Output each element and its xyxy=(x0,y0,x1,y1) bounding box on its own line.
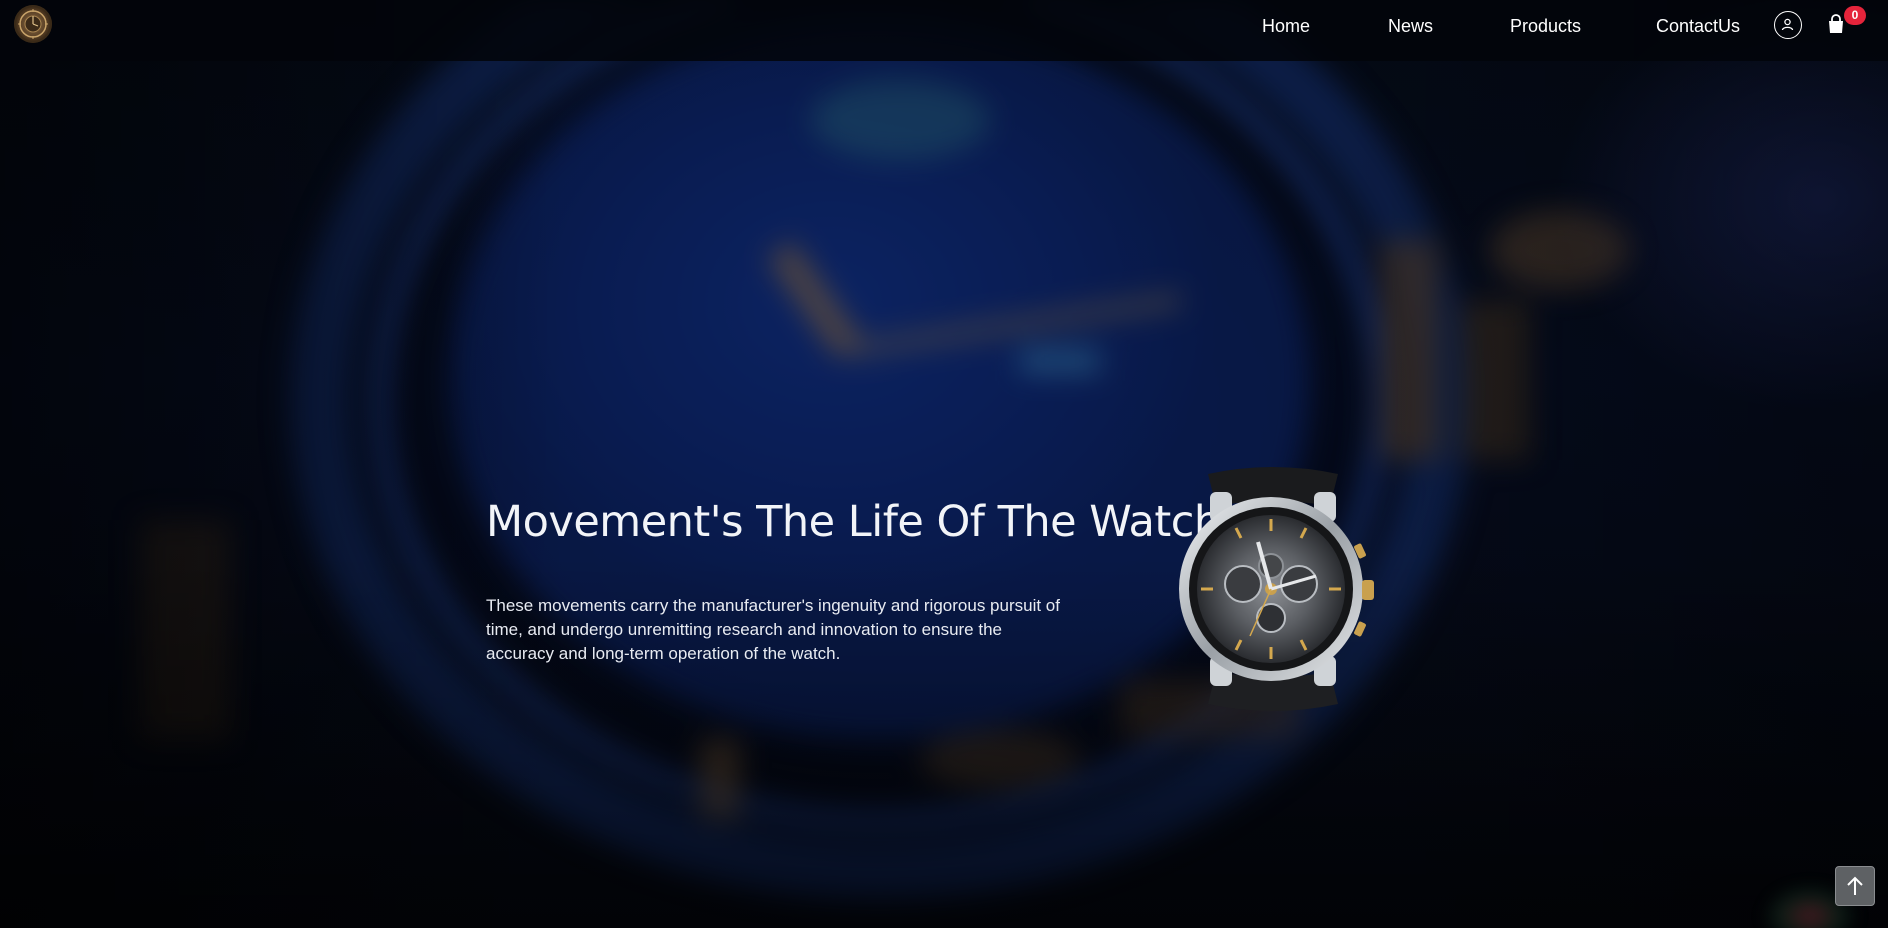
user-account-button[interactable] xyxy=(1774,11,1802,39)
nav-home[interactable]: Home xyxy=(1262,14,1310,38)
user-icon xyxy=(1781,18,1794,31)
nav-news[interactable]: News xyxy=(1388,14,1433,38)
hero-description: These movements carry the manufacturer's… xyxy=(486,596,1060,663)
skeleton-watch-image xyxy=(1170,466,1376,712)
cart-count-badge: 0 xyxy=(1844,6,1866,25)
arrow-up-icon xyxy=(1847,876,1863,895)
cart-button[interactable] xyxy=(1826,14,1846,36)
nav-products[interactable]: Products xyxy=(1510,14,1581,38)
nav-contact-us[interactable]: ContactUs xyxy=(1656,14,1740,38)
site-header: Home News Products ContactUs 0 xyxy=(0,0,1888,61)
back-to-top-button[interactable] xyxy=(1835,866,1875,906)
page: Home News Products ContactUs 0 Movement'… xyxy=(0,0,1888,928)
logo-emblem-icon xyxy=(18,9,48,39)
hero-vignette xyxy=(0,0,1888,928)
watch-emblem-logo[interactable] xyxy=(14,5,52,43)
shopping-bag-icon xyxy=(1829,14,1843,33)
hero-title: Movement's The Life Of The Watch xyxy=(486,497,1221,547)
